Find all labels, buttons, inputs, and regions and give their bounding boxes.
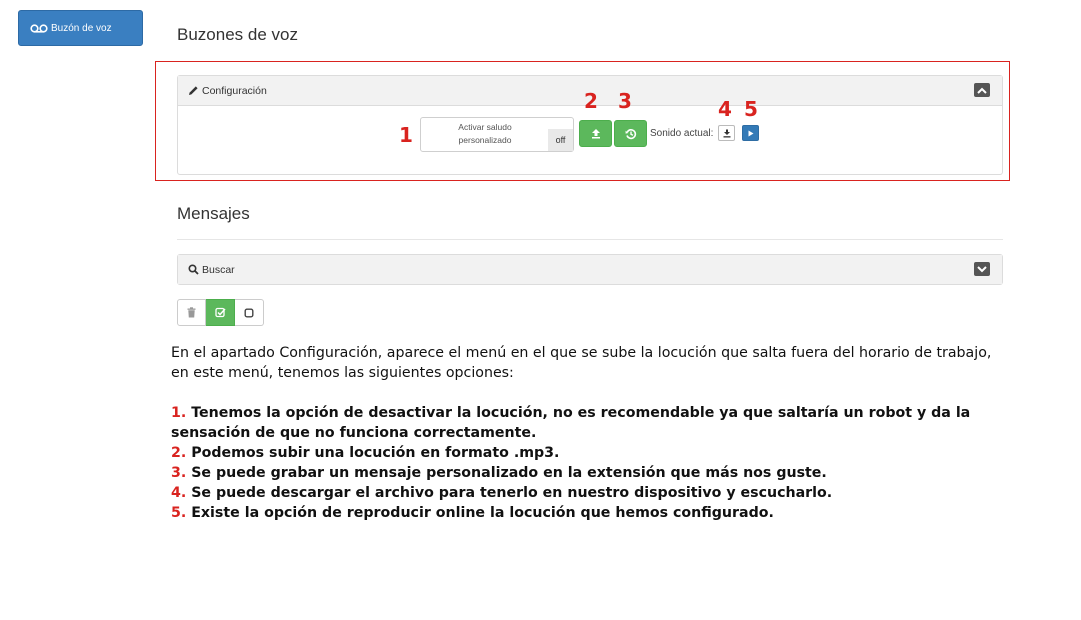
item-text: Se puede descargar el archivo para tener… <box>191 485 833 501</box>
trash-icon <box>187 307 196 318</box>
checkbox-empty-icon <box>244 308 254 317</box>
item-text: Tenemos la opción de desactivar la locuc… <box>171 405 971 441</box>
voicemail-nav-label: Buzón de voz <box>51 22 112 34</box>
voicemail-nav-button[interactable]: Buzón de voz <box>18 10 143 46</box>
divider <box>177 239 1003 240</box>
download-button[interactable] <box>718 125 735 141</box>
deselect-button[interactable] <box>235 299 264 326</box>
explanation-item-5: 5. Existe la opción de reproducir online… <box>171 503 1011 523</box>
play-icon <box>748 130 753 136</box>
search-panel: Buscar <box>177 254 1003 285</box>
upload-icon <box>591 129 600 139</box>
chevron-down-icon <box>977 265 987 272</box>
toggle-label-line1: Activar saludo <box>458 122 512 132</box>
play-button[interactable] <box>742 125 759 141</box>
explanation-item-2: 2. Podemos subir una locución en formato… <box>171 443 1011 463</box>
upload-button[interactable] <box>579 120 612 147</box>
callout-2: 2 <box>584 89 598 113</box>
callout-3: 3 <box>618 89 632 113</box>
explanation-text: En el apartado Configuración, aparece el… <box>171 343 1011 523</box>
explanation-item-3: 3. Se puede grabar un mensaje personaliz… <box>171 463 1011 483</box>
item-text: Podemos subir una locución en formato .m… <box>191 445 560 461</box>
item-number: 2. <box>171 445 187 461</box>
explanation-item-4: 4. Se puede descargar el archivo para te… <box>171 483 1011 503</box>
voicemail-icon <box>30 23 48 33</box>
toggle-state: off <box>548 129 573 151</box>
search-panel-title: Buscar <box>202 263 235 276</box>
callout-1: 1 <box>399 123 413 147</box>
download-icon <box>723 129 730 137</box>
delete-button[interactable] <box>177 299 206 326</box>
record-button[interactable] <box>614 120 647 147</box>
item-number: 1. <box>171 405 187 421</box>
explanation-item-1: 1. Tenemos la opción de desactivar la lo… <box>171 403 1011 443</box>
search-icon <box>188 264 199 275</box>
config-panel-title: Configuración <box>202 84 267 97</box>
collapse-config-button[interactable] <box>974 83 990 97</box>
current-sound-label: Sonido actual: <box>650 128 714 139</box>
callout-4: 4 <box>718 97 732 121</box>
callout-5: 5 <box>744 97 758 121</box>
item-number: 3. <box>171 465 187 481</box>
explanation-intro: En el apartado Configuración, aparece el… <box>171 345 992 381</box>
page-title: Buzones de voz <box>177 25 298 44</box>
chevron-up-icon <box>977 87 987 94</box>
select-all-button[interactable] <box>206 299 235 326</box>
message-actions-group <box>177 299 264 326</box>
pencil-icon <box>189 86 198 95</box>
item-text: Existe la opción de reproducir online la… <box>191 505 774 521</box>
item-number: 4. <box>171 485 187 501</box>
expand-search-button[interactable] <box>974 262 990 276</box>
checkbox-checked-icon <box>214 307 226 318</box>
history-icon <box>625 128 636 139</box>
toggle-label-line2: personalizado <box>458 135 512 145</box>
item-number: 5. <box>171 505 187 521</box>
custom-greeting-label: Activar saludo personalizado <box>421 121 549 147</box>
custom-greeting-toggle[interactable]: Activar saludo personalizado off <box>420 117 574 152</box>
messages-title: Mensajes <box>177 204 250 223</box>
item-text: Se puede grabar un mensaje personalizado… <box>191 465 827 481</box>
search-panel-header[interactable]: Buscar <box>178 255 1002 284</box>
